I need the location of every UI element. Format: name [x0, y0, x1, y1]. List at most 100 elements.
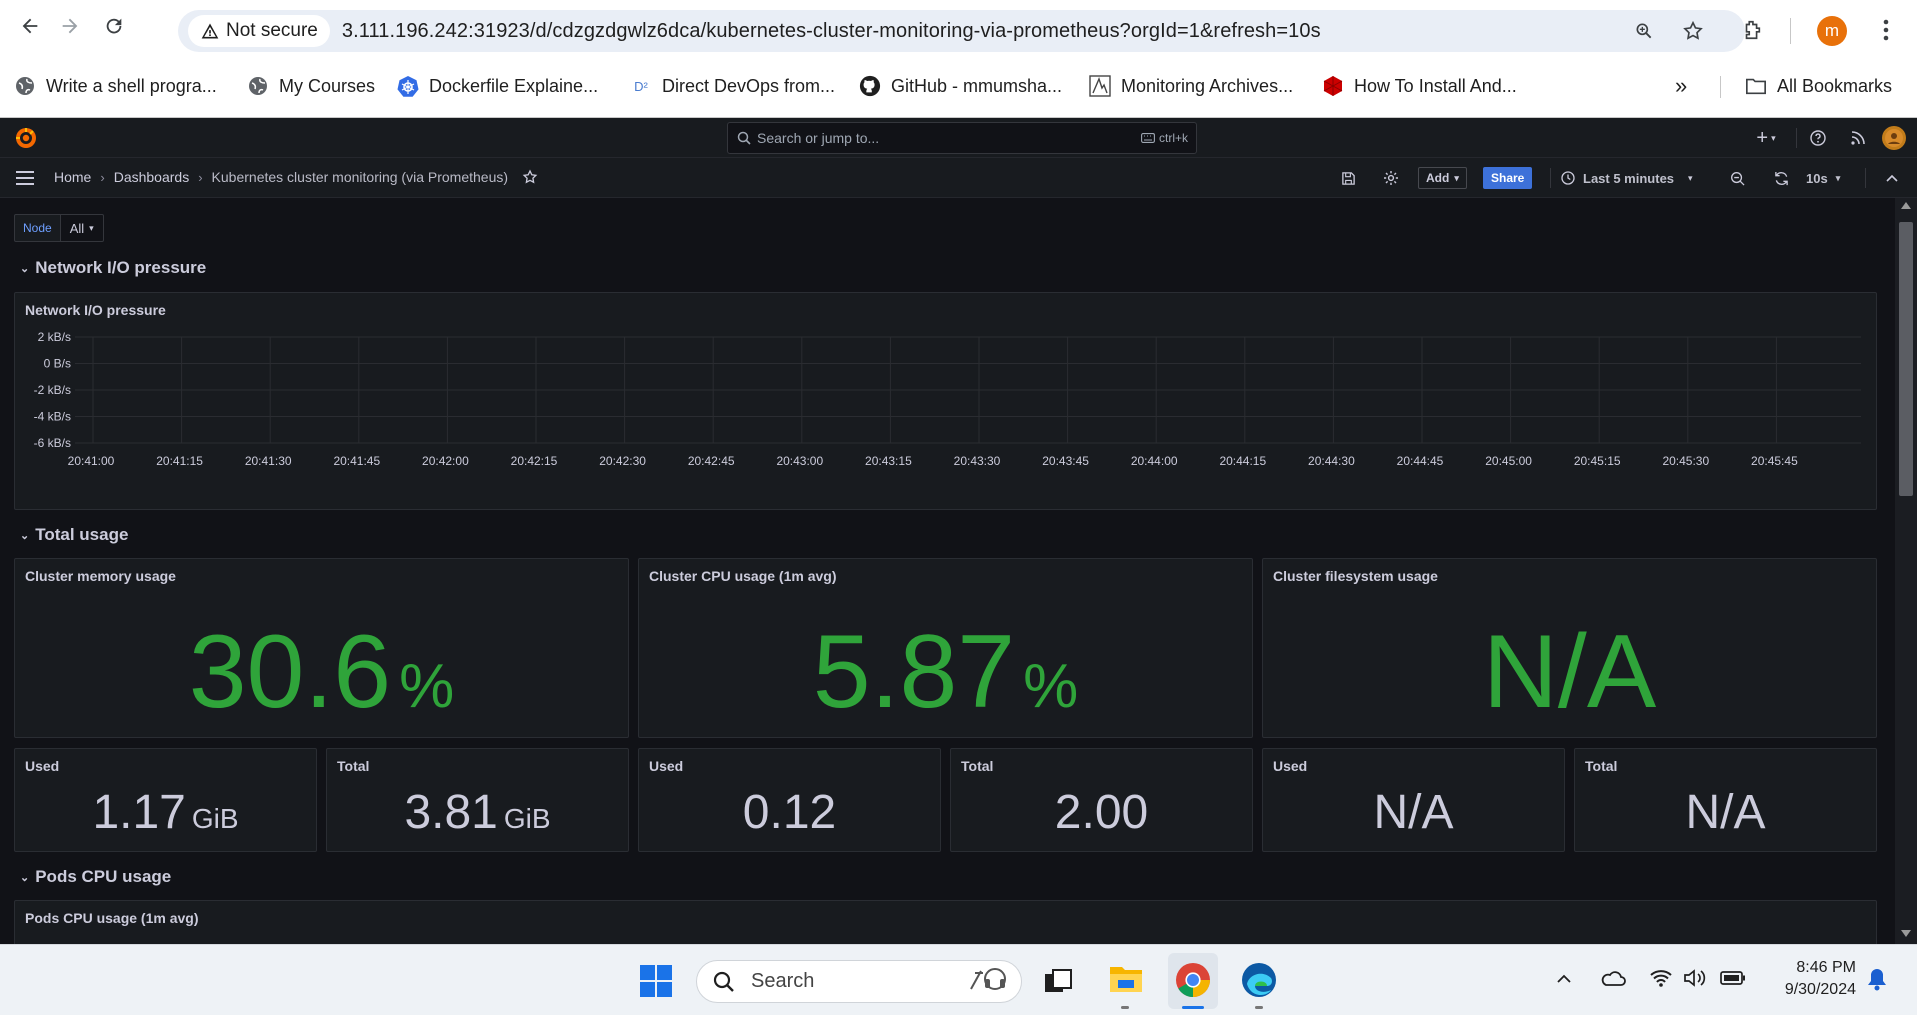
dashboard-settings-gear-icon[interactable]: [1379, 168, 1403, 188]
security-chip[interactable]: Not secure: [188, 15, 330, 47]
y-tick-label: -2 kB/s: [34, 383, 71, 397]
cpu-used-panel[interactable]: Used 0.12: [638, 748, 941, 852]
bookmark-item[interactable]: Dockerfile Explaine...: [397, 72, 598, 100]
time-range-picker[interactable]: Last 5 minutes ▾: [1561, 167, 1693, 189]
network-io-panel[interactable]: Network I/O pressure 2 kB/s 0 B/s -2 kB/s -…: [14, 292, 1877, 510]
x-tick-label: 20:42:45: [688, 454, 735, 468]
edge-icon[interactable]: [1239, 960, 1279, 1000]
x-tick-label: 20:44:00: [1131, 454, 1178, 468]
d2-icon: D²: [634, 78, 648, 94]
more-bookmarks-icon[interactable]: »: [1675, 72, 1687, 100]
scroll-up-arrow-icon[interactable]: [1901, 202, 1911, 209]
x-tick-label: 20:45:30: [1662, 454, 1709, 468]
breadcrumb-current: Kubernetes cluster monitoring (via Prome…: [211, 169, 509, 185]
windows-start-icon[interactable]: [636, 961, 676, 1001]
taskbar-search-box[interactable]: Search: [696, 960, 1022, 1003]
address-bar[interactable]: Not secure 3.111.196.242:31923/d/cdzgzdg…: [178, 10, 1745, 52]
scrollbar-thumb[interactable]: [1899, 222, 1913, 496]
zoom-icon[interactable]: [1627, 14, 1661, 48]
bookmark-star-icon[interactable]: [1676, 14, 1710, 48]
browser-menu-icon[interactable]: [1866, 10, 1906, 50]
kubernetes-icon: [397, 75, 419, 97]
cluster-cpu-panel[interactable]: Cluster CPU usage (1m avg) 5.87%: [638, 558, 1253, 738]
reload-button[interactable]: [94, 6, 134, 46]
redhat-icon: [1322, 75, 1344, 97]
notification-bell-icon[interactable]: [1864, 965, 1890, 993]
bookmark-item[interactable]: Monitoring Archives...: [1089, 72, 1293, 100]
url-text[interactable]: 3.111.196.242:31923/d/cdzgzdgwlz6dca/kub…: [342, 20, 1321, 43]
news-feed-icon[interactable]: [1846, 126, 1870, 150]
cluster-filesystem-panel[interactable]: Cluster filesystem usage N/A: [1262, 558, 1877, 738]
row-header-pods[interactable]: ⌄ Pods CPU usage: [20, 867, 171, 887]
bookmark-item[interactable]: My Courses: [247, 72, 375, 100]
row-header-network[interactable]: ⌄ Network I/O pressure: [20, 258, 206, 278]
chevron-down-icon: ▾: [1688, 172, 1693, 183]
menu-hamburger-icon[interactable]: [13, 168, 37, 188]
user-avatar[interactable]: [1882, 126, 1906, 150]
page-scrollbar[interactable]: [1895, 198, 1917, 944]
y-tick-label: -6 kB/s: [34, 436, 71, 450]
chevron-up-icon[interactable]: [1552, 967, 1576, 991]
profile-avatar[interactable]: m: [1817, 16, 1847, 46]
onedrive-cloud-icon[interactable]: [1598, 965, 1628, 991]
grafana-search-input[interactable]: Search or jump to... ctrl+k: [727, 122, 1197, 154]
search-icon: [737, 131, 751, 145]
topbar-divider: [1796, 128, 1797, 148]
extensions-icon[interactable]: [1732, 10, 1772, 50]
task-view-icon[interactable]: [1038, 961, 1078, 1001]
system-clock[interactable]: 8:46 PM 9/30/2024: [1762, 957, 1856, 1001]
memory-total-panel[interactable]: Total 3.81 GiB: [326, 748, 629, 852]
panel-title: Total: [961, 758, 994, 774]
stat-value: 0.12: [742, 786, 837, 839]
nav-divider: [1550, 168, 1551, 188]
bookmark-item[interactable]: How To Install And...: [1322, 72, 1517, 100]
chevron-up-icon[interactable]: [1880, 168, 1904, 188]
chrome-icon[interactable]: [1173, 960, 1213, 1000]
fs-total-panel[interactable]: Total N/A: [1574, 748, 1877, 852]
bookmark-item[interactable]: D² Direct DevOps from...: [630, 72, 835, 100]
browser-chrome: Not secure 3.111.196.242:31923/d/cdzgzdg…: [0, 0, 1917, 118]
reload-icon: [106, 18, 122, 34]
star-icon[interactable]: [522, 169, 538, 185]
scroll-down-arrow-icon[interactable]: [1901, 930, 1911, 937]
x-tick-label: 20:42:30: [599, 454, 646, 468]
pods-cpu-panel[interactable]: Pods CPU usage (1m avg): [14, 900, 1877, 944]
fs-used-panel[interactable]: Used N/A: [1262, 748, 1565, 852]
panel-title: Total: [337, 758, 370, 774]
stat-value: 1.17 GiB: [92, 786, 239, 839]
memory-used-panel[interactable]: Used 1.17 GiB: [14, 748, 317, 852]
help-icon[interactable]: [1806, 126, 1830, 150]
save-dashboard-icon[interactable]: [1336, 168, 1360, 188]
refresh-icon[interactable]: [1769, 168, 1793, 188]
node-variable: Node All ▾: [14, 214, 104, 242]
share-button[interactable]: Share: [1483, 167, 1533, 189]
cpu-total-panel[interactable]: Total 2.00: [950, 748, 1253, 852]
breadcrumb-home[interactable]: Home: [54, 169, 91, 185]
bookmark-item[interactable]: Write a shell progra...: [14, 72, 217, 100]
cluster-memory-panel[interactable]: Cluster memory usage 30.6%: [14, 558, 629, 738]
variable-select[interactable]: All ▾: [60, 214, 104, 242]
grafana-logo-icon[interactable]: [12, 124, 40, 152]
new-menu-button[interactable]: + ▾: [1748, 126, 1784, 150]
volume-icon[interactable]: [1681, 965, 1709, 991]
x-tick-label: 20:43:45: [1042, 454, 1089, 468]
forward-button[interactable]: [50, 6, 90, 46]
back-button[interactable]: [10, 6, 50, 46]
forward-arrow-icon: [62, 18, 78, 34]
file-explorer-icon[interactable]: [1106, 959, 1146, 999]
x-tick-label: 20:43:30: [954, 454, 1001, 468]
battery-icon[interactable]: [1718, 965, 1748, 991]
breadcrumb: Home › Dashboards › Kubernetes cluster m…: [54, 169, 538, 185]
add-button[interactable]: Add ▾: [1418, 167, 1467, 189]
bookmark-item[interactable]: GitHub - mmumsha...: [859, 72, 1062, 100]
breadcrumb-dashboards[interactable]: Dashboards: [114, 169, 190, 185]
clock-icon: [1561, 171, 1575, 185]
row-header-total[interactable]: ⌄ Total usage: [20, 525, 128, 545]
all-bookmarks-button[interactable]: All Bookmarks: [1745, 72, 1892, 100]
grafana-nav-bar: Home › Dashboards › Kubernetes cluster m…: [0, 158, 1917, 198]
zoom-out-icon[interactable]: [1725, 168, 1749, 188]
wifi-icon[interactable]: [1647, 965, 1675, 991]
refresh-interval-picker[interactable]: 10s ▾: [1806, 167, 1840, 189]
stat-value: 2.00: [1054, 786, 1149, 839]
panel-title: Used: [649, 758, 684, 774]
